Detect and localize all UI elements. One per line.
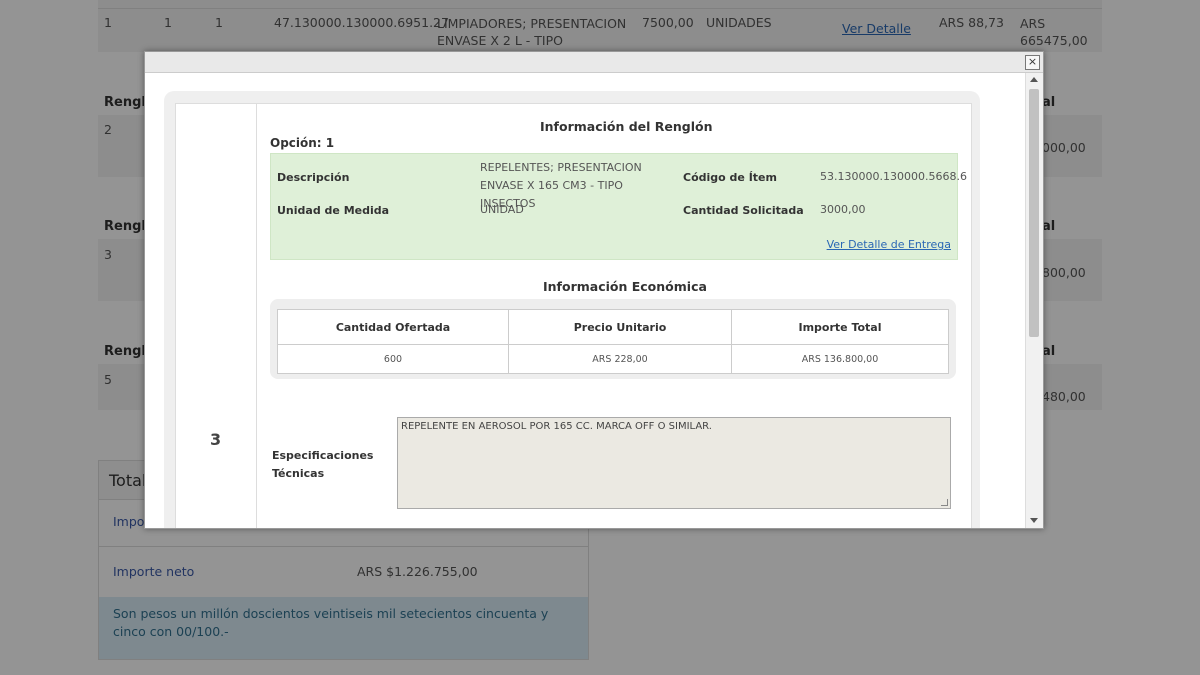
econ-header-importe: Importe Total: [731, 309, 949, 345]
dialog-titlebar[interactable]: ×: [145, 52, 1043, 73]
scroll-up-icon[interactable]: [1030, 77, 1038, 82]
especificaciones-textarea[interactable]: REPELENTE EN AEROSOL POR 165 CC. MARCA O…: [397, 417, 951, 509]
dialog-scrollbar[interactable]: [1025, 73, 1043, 528]
econ-panel: Cantidad Ofertada Precio Unitario Import…: [270, 299, 956, 379]
econ-cantidad-value: 600: [277, 344, 509, 374]
scroll-down-icon[interactable]: [1030, 518, 1038, 523]
especificaciones-label: Especificaciones Técnicas: [272, 449, 374, 480]
codigo-item-label: Código de Ítem: [683, 171, 777, 184]
info-renglon-title: Información del Renglón: [540, 119, 713, 134]
econ-header-cantidad: Cantidad Ofertada: [277, 309, 509, 345]
renglon-card: 3 Información del Renglón Opción: 1 Desc…: [175, 103, 972, 528]
renglon-info-box: Descripción REPELENTES; PRESENTACION ENV…: [270, 153, 967, 260]
econ-importe-value: ARS 136.800,00: [731, 344, 949, 374]
renglon-number: 3: [210, 430, 222, 449]
info-economica-title: Información Económica: [543, 279, 707, 294]
dialog-content: 3 Información del Renglón Opción: 1 Desc…: [145, 73, 1026, 528]
close-icon[interactable]: ×: [1025, 55, 1040, 70]
econ-table: Cantidad Ofertada Precio Unitario Import…: [277, 309, 949, 374]
ver-detalle-entrega-link[interactable]: Ver Detalle de Entrega: [827, 238, 951, 251]
table-row: 600 ARS 228,00 ARS 136.800,00: [277, 344, 949, 374]
especificaciones-value: REPELENTE EN AEROSOL POR 165 CC. MARCA O…: [401, 421, 712, 432]
scrollbar-thumb[interactable]: [1029, 89, 1039, 337]
econ-header-precio: Precio Unitario: [508, 309, 732, 345]
renglon-dialog: × 3 Información del Renglón Opción: 1 De…: [144, 51, 1044, 529]
descripcion-label: Descripción: [277, 171, 350, 184]
renglon-number-column: 3: [176, 104, 257, 528]
unidad-medida-value: UNIDAD: [480, 203, 524, 216]
unidad-medida-label: Unidad de Medida: [277, 204, 390, 217]
codigo-item-value: 53.130000.130000.5668.6: [820, 170, 967, 183]
renglon-panel: 3 Información del Renglón Opción: 1 Desc…: [164, 91, 980, 528]
econ-precio-value: ARS 228,00: [508, 344, 732, 374]
opcion-label: Opción: 1: [270, 136, 335, 150]
cantidad-solicitada-value: 3000,00: [820, 203, 866, 216]
cantidad-solicitada-label: Cantidad Solicitada: [683, 204, 804, 217]
resize-handle-icon[interactable]: [941, 499, 948, 506]
